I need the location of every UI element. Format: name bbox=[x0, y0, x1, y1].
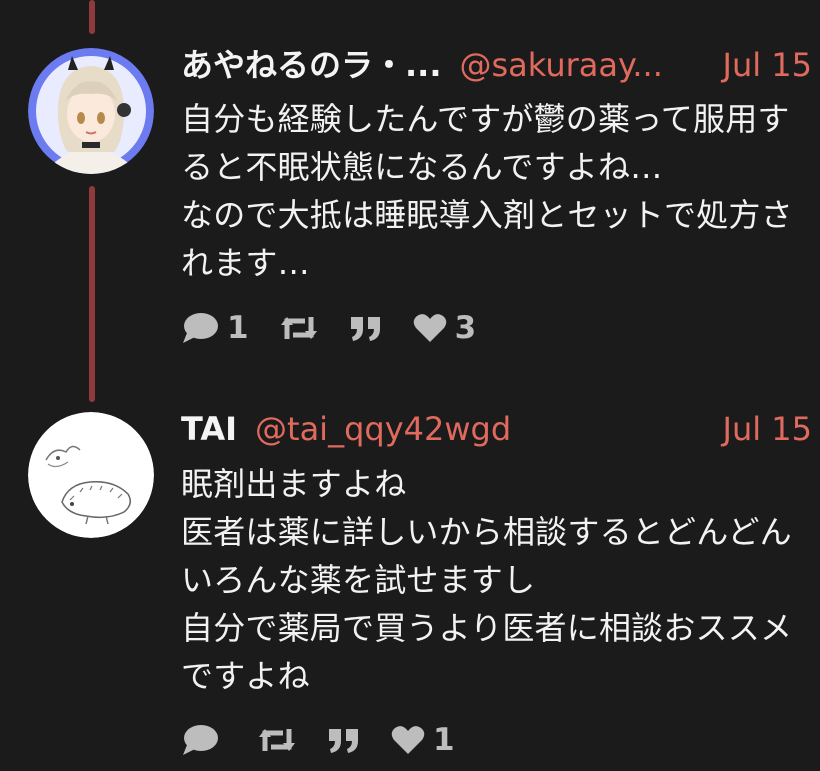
avatar[interactable] bbox=[28, 48, 154, 174]
avatar[interactable] bbox=[28, 412, 154, 538]
post-date[interactable]: Jul 15 bbox=[711, 45, 813, 85]
retweet-icon bbox=[259, 729, 295, 751]
post[interactable]: あやねるのラ・... @sakuraay... Jul 15 自分も経験したんで… bbox=[0, 0, 820, 400]
like-button[interactable]: 1 bbox=[391, 720, 455, 760]
retweet-button[interactable] bbox=[279, 308, 319, 348]
post-header: あやねるのラ・... @sakuraay... Jul 15 bbox=[181, 45, 812, 85]
quote-button[interactable] bbox=[349, 308, 383, 348]
reply-icon bbox=[183, 725, 218, 755]
reply-icon bbox=[183, 313, 218, 343]
user-handle[interactable]: @tai_qqy42wgd bbox=[255, 409, 511, 449]
retweet-icon bbox=[280, 317, 317, 339]
quote-icon bbox=[350, 317, 380, 341]
like-button[interactable]: 3 bbox=[413, 308, 477, 348]
heart-icon bbox=[413, 314, 446, 342]
action-bar: 1 3 bbox=[181, 308, 506, 348]
heart-icon bbox=[391, 726, 425, 754]
like-count: 1 bbox=[433, 722, 455, 758]
like-count: 3 bbox=[454, 310, 477, 346]
action-bar: 1 bbox=[181, 720, 485, 760]
post-text: 自分も経験したんですが鬱の薬って服用すると不眠状態になるんですよね… なので大抵… bbox=[181, 100, 793, 282]
post-text: 眠剤出ますよね 医者は薬に詳しいから相談するとどんどんいろんな薬を試せますし 自… bbox=[181, 465, 793, 695]
post[interactable]: TAI @tai_qqy42wgd Jul 15 眠剤出ますよね 医者は薬に詳し… bbox=[0, 400, 820, 771]
reply-count: 1 bbox=[227, 310, 249, 346]
user-handle[interactable]: @sakuraay... bbox=[459, 45, 662, 85]
post-date[interactable]: Jul 15 bbox=[711, 409, 813, 449]
display-name[interactable]: あやねるのラ・... bbox=[181, 45, 441, 85]
reply-button[interactable] bbox=[181, 720, 227, 760]
display-name[interactable]: TAI bbox=[181, 409, 237, 449]
anime-girl-avatar-icon bbox=[28, 48, 154, 174]
quote-icon bbox=[329, 729, 358, 753]
sketch-animal-avatar-icon bbox=[28, 412, 154, 538]
quote-button[interactable] bbox=[327, 720, 361, 760]
retweet-button[interactable] bbox=[257, 720, 297, 760]
post-header: TAI @tai_qqy42wgd Jul 15 bbox=[181, 409, 812, 449]
reply-button[interactable]: 1 bbox=[181, 308, 249, 348]
